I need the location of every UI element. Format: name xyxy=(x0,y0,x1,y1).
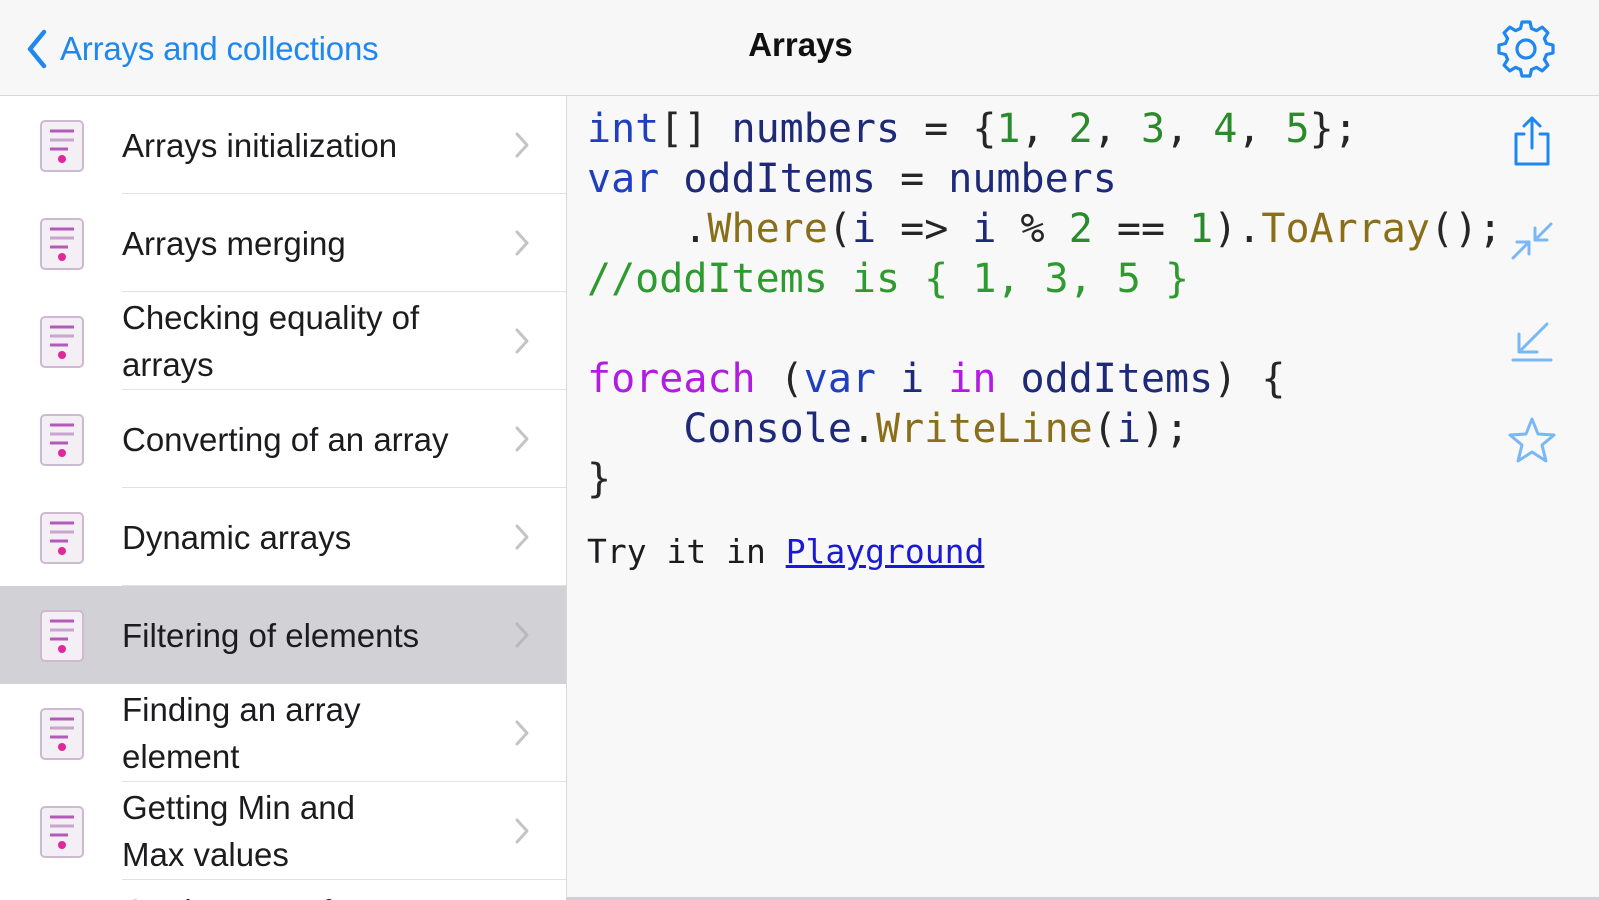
document-code-icon xyxy=(40,708,84,760)
code-token: = { xyxy=(900,106,997,152)
sidebar-item-label: Finding an array element xyxy=(122,691,361,775)
sidebar-item-filtering-elements[interactable]: Filtering of elements xyxy=(0,586,566,684)
code-number: 5 xyxy=(1285,106,1310,152)
code-number: 1 xyxy=(996,106,1021,152)
code-number: 2 xyxy=(1068,206,1093,252)
code-token: WriteLine xyxy=(876,406,1093,452)
sidebar-item-label: Getting Min and Max values xyxy=(122,789,355,873)
code-token: , xyxy=(1092,106,1141,152)
code-token: numbers xyxy=(731,106,901,152)
document-code-icon xyxy=(40,120,84,172)
code-token: oddItems xyxy=(1020,356,1214,402)
sidebar-item-arrays-merging[interactable]: Arrays merging xyxy=(0,194,566,292)
code-token: }; xyxy=(1309,106,1358,152)
chevron-right-icon xyxy=(515,426,529,452)
chevron-left-icon xyxy=(27,29,47,69)
chevron-right-icon xyxy=(515,132,529,158)
document-code-icon xyxy=(40,414,84,466)
code-token: , xyxy=(1165,106,1214,152)
code-token: == xyxy=(1092,206,1190,252)
code-token: i xyxy=(900,356,925,402)
code-token: foreach xyxy=(587,356,756,402)
code-token: => xyxy=(876,206,973,252)
code-token: % xyxy=(996,206,1069,252)
code-token: in xyxy=(948,356,997,402)
code-number: 3 xyxy=(1140,106,1166,152)
code-comment: //oddItems is { 1, 3, 5 } xyxy=(587,256,1190,302)
star-icon[interactable] xyxy=(1505,414,1559,468)
back-button[interactable]: Arrays and collections xyxy=(26,24,379,74)
document-code-icon xyxy=(40,610,84,662)
code-number: 4 xyxy=(1213,106,1238,152)
code-token: i xyxy=(1116,406,1141,452)
code-number: 1 xyxy=(1189,206,1214,252)
code-token: [] xyxy=(659,106,732,152)
document-code-icon xyxy=(40,316,84,368)
back-button-label: Arrays and collections xyxy=(60,30,379,67)
collapse-arrows-icon[interactable] xyxy=(1505,214,1559,268)
sidebar-item-finding-element[interactable]: Finding an array element xyxy=(0,684,566,782)
chevron-right-icon xyxy=(515,230,529,256)
sidebar-item-min-max[interactable]: Getting Min and Max values xyxy=(0,782,566,880)
code-token: , xyxy=(1020,106,1069,152)
code-token: i xyxy=(851,206,877,252)
code-token: int xyxy=(587,106,660,152)
share-icon[interactable] xyxy=(1505,114,1559,168)
try-playground-line: Try it in Playground xyxy=(587,532,984,571)
sidebar-list: Arrays initialization Arrays merging Che… xyxy=(0,96,566,900)
sidebar-item-getting-part[interactable]: Getting part of xyxy=(0,880,566,900)
code-content-pane: int[] numbers = {1, 2, 3, 4, 5}; var odd… xyxy=(566,96,1599,900)
code-token: Where xyxy=(707,206,828,252)
code-token: numbers xyxy=(948,156,1117,202)
sidebar-item-label: Getting part of xyxy=(122,888,502,900)
document-code-icon xyxy=(40,218,84,270)
sidebar-item-label: Dynamic arrays xyxy=(122,518,352,556)
playground-link[interactable]: Playground xyxy=(786,532,985,571)
code-block: int[] numbers = {1, 2, 3, 4, 5}; var odd… xyxy=(587,106,1503,502)
sidebar-item-arrays-initialization[interactable]: Arrays initialization xyxy=(0,96,566,194)
code-token: i xyxy=(972,206,997,252)
chevron-right-icon xyxy=(515,328,529,354)
navigation-bar: Arrays and collections Arrays xyxy=(0,0,1599,96)
document-code-icon xyxy=(40,512,84,564)
code-token: ToArray xyxy=(1261,206,1430,252)
sidebar-item-dynamic-arrays[interactable]: Dynamic arrays xyxy=(0,488,566,586)
arrow-down-left-icon[interactable] xyxy=(1505,314,1559,368)
sidebar-item-checking-equality[interactable]: Checking equality of arrays xyxy=(0,292,566,390)
gear-icon[interactable] xyxy=(1497,20,1555,78)
code-token: var xyxy=(803,356,876,402)
code-token: var xyxy=(587,156,660,202)
sidebar-item-label: Converting of an array xyxy=(122,420,449,458)
chevron-right-icon xyxy=(515,524,529,550)
code-token: , xyxy=(1237,106,1286,152)
code-token: Console xyxy=(683,406,852,452)
code-token: oddItems xyxy=(683,156,876,202)
sidebar-item-label: Arrays initialization xyxy=(122,126,398,164)
chevron-right-icon xyxy=(515,622,529,648)
sidebar-item-converting-array[interactable]: Converting of an array xyxy=(0,390,566,488)
try-prefix: Try it in xyxy=(587,532,786,571)
chevron-right-icon xyxy=(515,818,529,844)
sidebar-item-label: Checking equality of arrays xyxy=(122,299,420,383)
document-code-icon xyxy=(40,806,84,858)
chevron-right-icon xyxy=(515,720,529,746)
sidebar-item-label: Arrays merging xyxy=(122,224,346,262)
code-number: 2 xyxy=(1068,106,1093,152)
sidebar-item-label: Filtering of elements xyxy=(122,616,420,654)
